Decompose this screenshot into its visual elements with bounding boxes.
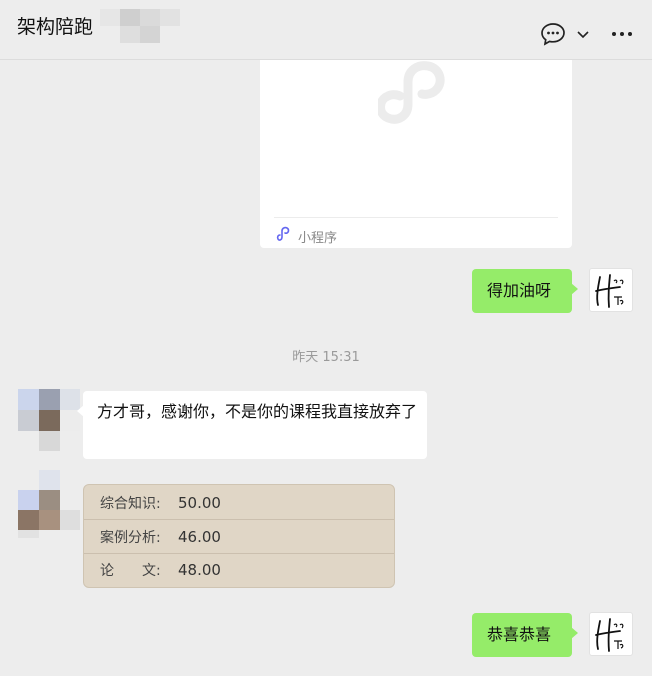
score-value: 48.00 — [178, 560, 221, 579]
chat-bubble-icon[interactable] — [540, 22, 566, 46]
score-label: 综合知识: — [100, 495, 161, 512]
score-value: 50.00 — [178, 493, 221, 512]
my-avatar[interactable] — [589, 612, 633, 656]
chat-title[interactable]: 架构陪跑 — [17, 12, 93, 39]
mini-program-footer: 小程序 — [276, 226, 337, 246]
mini-program-watermark-icon — [376, 60, 456, 128]
signature-logo-icon — [595, 274, 624, 308]
score-row: 综合知识: 50.00 — [100, 486, 380, 519]
title-mosaic — [100, 9, 180, 43]
mini-program-icon — [276, 226, 292, 246]
message-text: 得加油呀 — [487, 281, 552, 300]
message-bubble-mine[interactable]: 得加油呀 — [472, 269, 578, 313]
chevron-down-icon[interactable] — [576, 27, 590, 41]
score-label: 案例分析: — [100, 529, 161, 546]
mini-program-card[interactable]: 小程序 — [260, 60, 572, 248]
message-timestamp: 昨天 15:31 — [292, 350, 360, 365]
contact-avatar[interactable] — [18, 389, 82, 453]
message-text: 方才哥，感谢你，不是你的课程我直接放弃了 — [97, 402, 418, 421]
message-bubble-mine[interactable]: 恭喜恭喜 — [472, 613, 578, 657]
message-bubble-theirs[interactable]: 方才哥，感谢你，不是你的课程我直接放弃了 — [77, 391, 427, 459]
score-label: 论 文: — [100, 562, 161, 579]
message-text: 恭喜恭喜 — [487, 625, 552, 644]
score-row: 案例分析: 46.00 — [100, 520, 380, 553]
mini-program-label: 小程序 — [298, 230, 338, 246]
more-icon[interactable] — [610, 32, 634, 36]
score-report-image[interactable]: 综合知识: 50.00 案例分析: 46.00 论 文: 48.00 — [83, 484, 395, 588]
score-value: 46.00 — [178, 527, 221, 546]
my-avatar[interactable] — [589, 268, 633, 312]
mini-program-divider — [274, 217, 558, 218]
chat-header: 架构陪跑 — [0, 0, 652, 60]
signature-logo-icon — [595, 618, 624, 652]
contact-avatar[interactable] — [18, 470, 82, 538]
score-row: 论 文: 48.00 — [100, 553, 380, 586]
